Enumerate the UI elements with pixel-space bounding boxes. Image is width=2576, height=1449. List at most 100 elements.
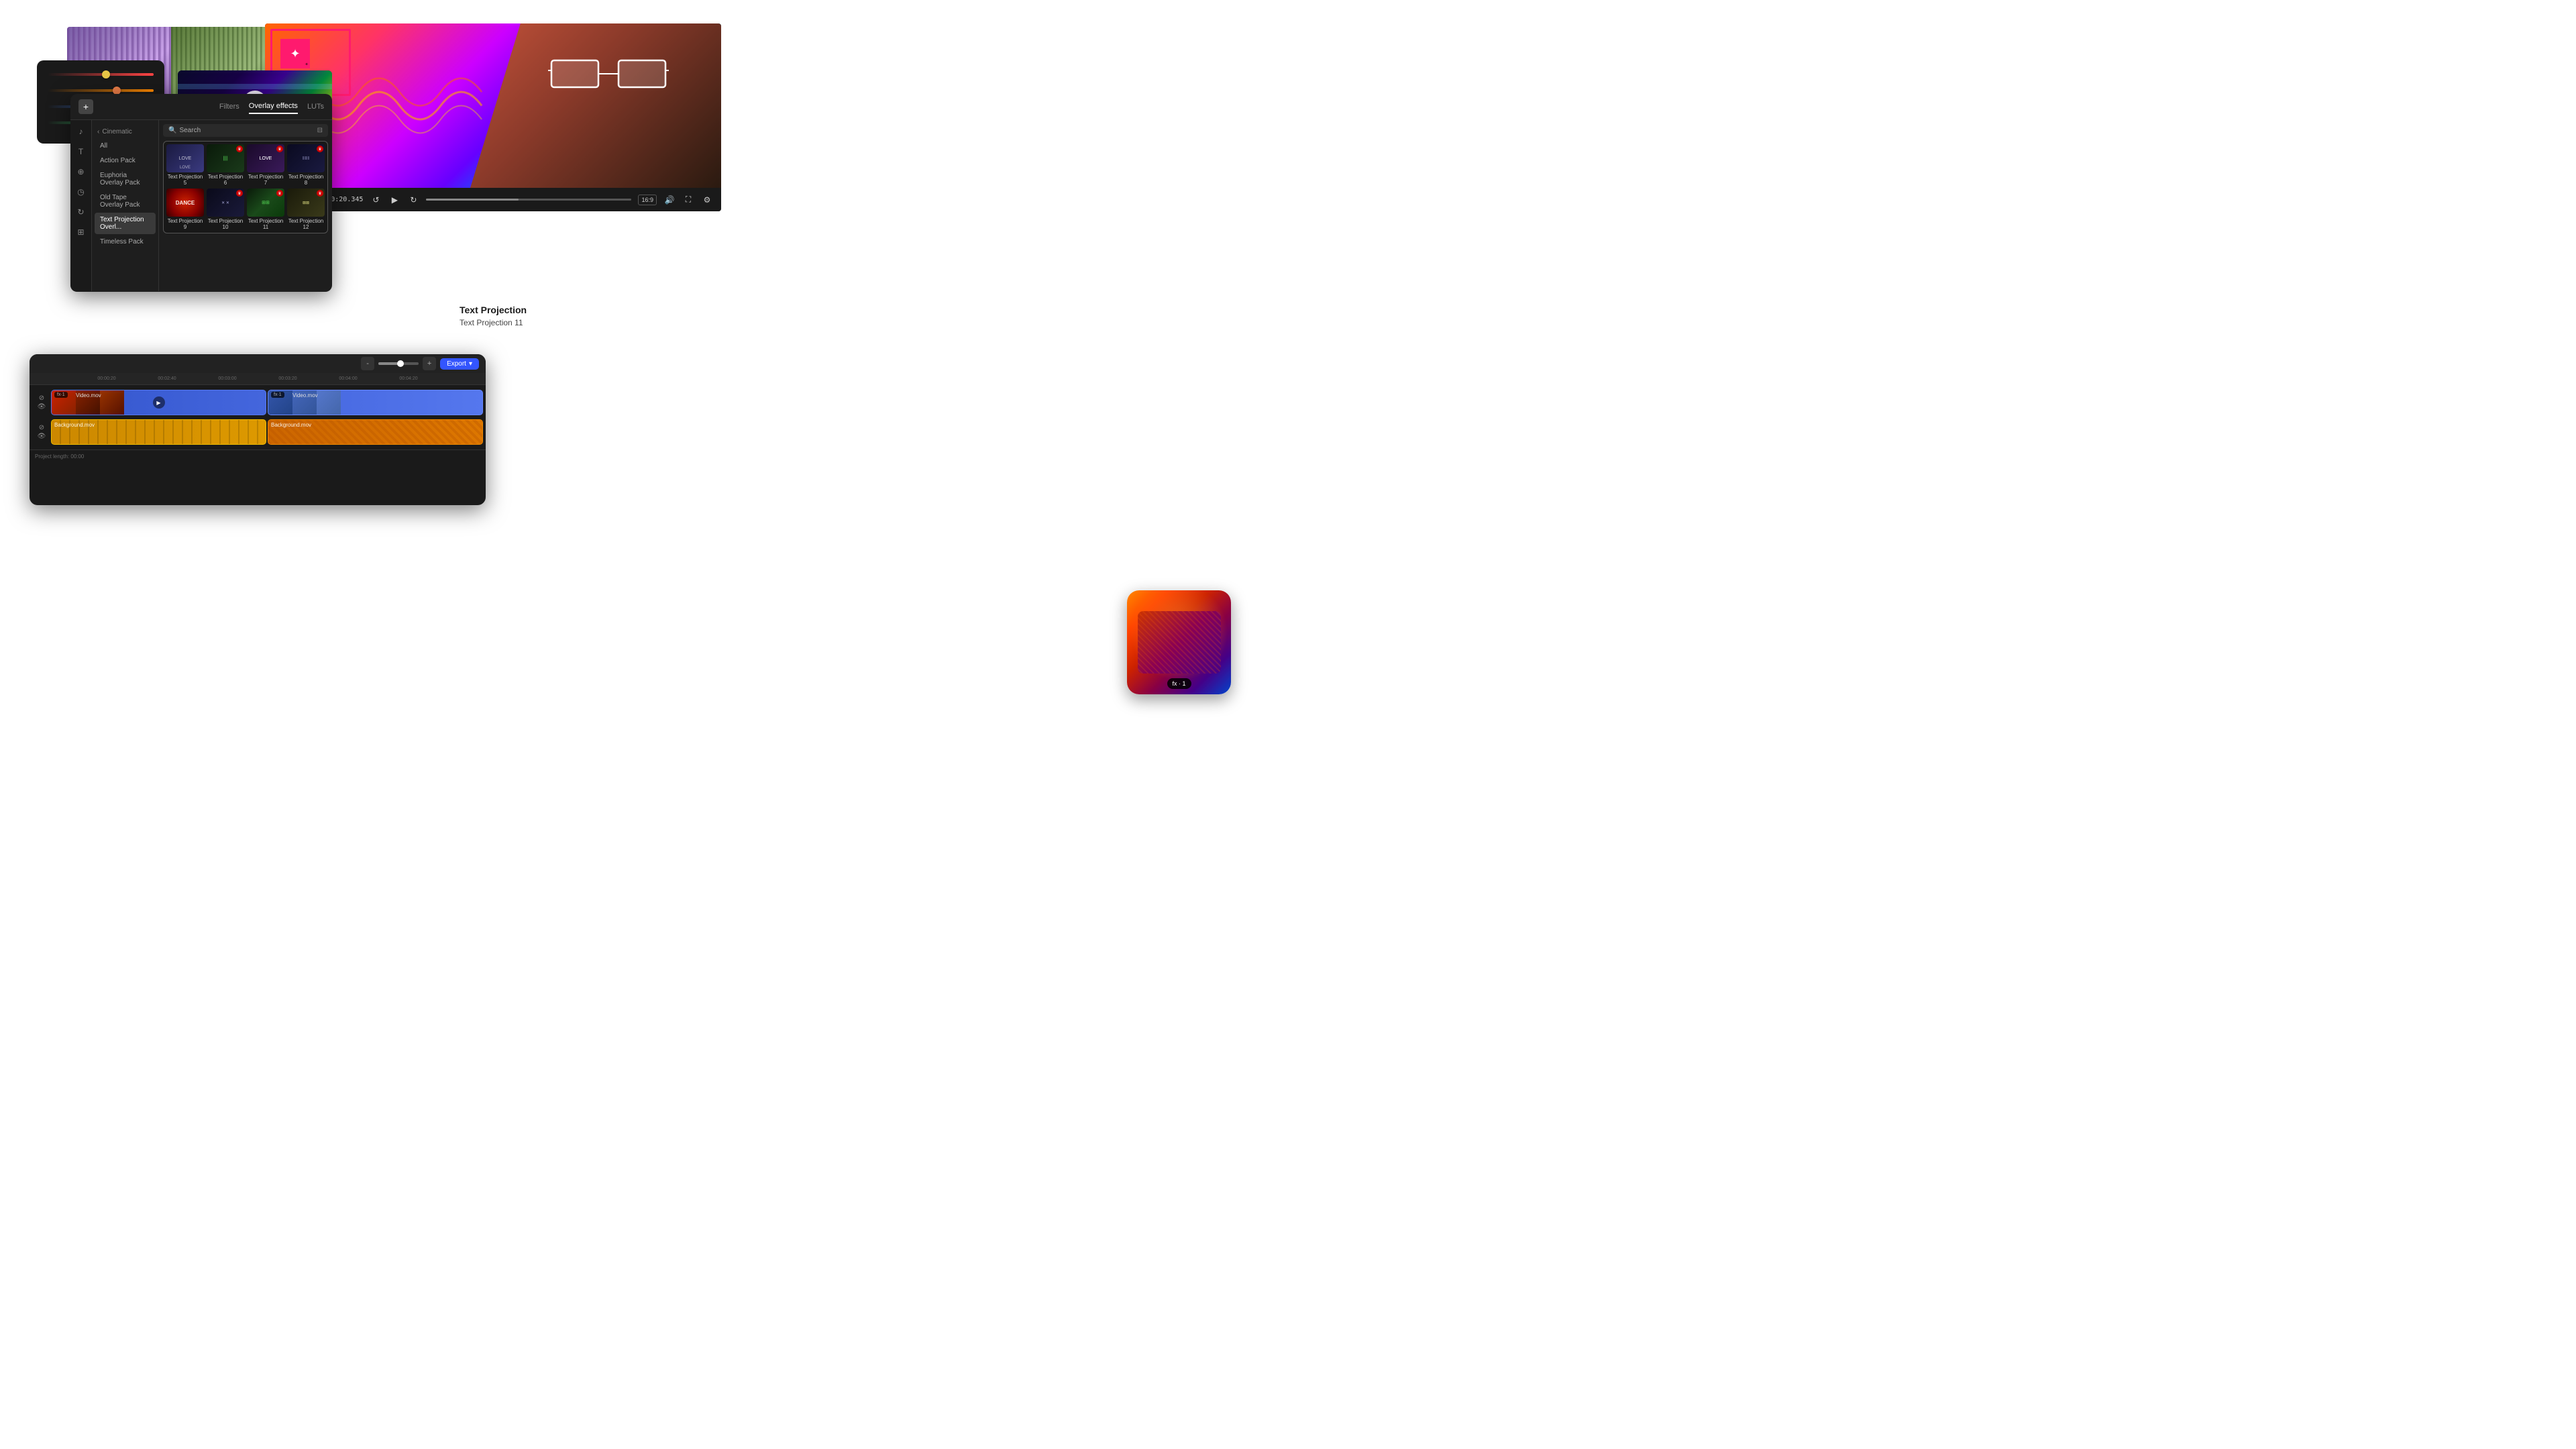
effect-item-5[interactable]: LOVE Text Projection 5 xyxy=(166,144,204,186)
effect-label-7: Text Projection 7 xyxy=(247,174,284,186)
left-icon-bar: ♪ T ⊕ ◷ ↻ ⊞ xyxy=(70,120,92,291)
bg-clip-2[interactable]: Background.mov xyxy=(268,419,483,445)
effect-label-11: Text Projection 11 xyxy=(247,218,284,230)
effect-item-10[interactable]: ♛ ✕ ✕ Text Projection 10 xyxy=(207,189,244,230)
effect-item-11[interactable]: ♛ ⊞⊞ Text Projection 11 xyxy=(247,189,284,230)
video-clip-1[interactable]: ▶ fx·1 Video.mov xyxy=(51,390,266,415)
progress-fill xyxy=(426,199,519,201)
ruler-mark-2: 00:03:00 xyxy=(197,376,258,381)
clip-2-fx-badge: fx·1 xyxy=(271,392,284,398)
zoom-out-button[interactable]: - xyxy=(361,357,374,370)
bg-clips-container: Background.mov Background.mov xyxy=(51,419,483,445)
nav-back-label: Cinematic xyxy=(102,128,131,136)
clip-1-play-indicator: ▶ xyxy=(153,396,165,409)
clip-2-name: Video.mov xyxy=(292,392,318,398)
effect-item-7[interactable]: ♛ LOVE Text Projection 7 xyxy=(247,144,284,186)
bg-clip-2-name: Background.mov xyxy=(271,422,311,428)
refresh-icon[interactable]: ↻ xyxy=(75,206,87,218)
sliders-icon[interactable]: ⊞ xyxy=(75,226,87,238)
video-controls-bar: 00:20.345 / 00:20.345 ↺ ▶ ↻ 16:9 🔊 ⛶ ⚙ xyxy=(265,188,721,211)
ruler-mark-5: 00:04:20 xyxy=(378,376,439,381)
music-icon[interactable]: ♪ xyxy=(75,125,87,138)
forward-button[interactable]: ↻ xyxy=(407,194,419,206)
effect-thumb-10: ♛ ✕ ✕ xyxy=(207,189,244,217)
search-icon: 🔍 xyxy=(168,127,176,134)
fx-badge-label: fx · 1 xyxy=(1167,678,1191,689)
timeline-header: - + Export ▾ xyxy=(30,354,486,373)
effect-thumb-8: ♛ |||||||| xyxy=(287,144,325,172)
nav-item-euphoria[interactable]: Euphoria Overlay Pack xyxy=(95,168,156,190)
text-icon[interactable]: T xyxy=(75,146,87,158)
text-projection-subtitle: Text Projection 11 xyxy=(460,318,561,327)
nav-item-old-tape[interactable]: Old Tape Overlay Pack xyxy=(95,191,156,212)
search-input[interactable]: Search xyxy=(179,127,314,134)
text-projection-title: Text Projection xyxy=(460,305,561,315)
red-slider-row xyxy=(48,70,154,79)
nav-item-action-pack[interactable]: Action Pack xyxy=(95,154,156,168)
settings-button[interactable]: ⚙ xyxy=(701,194,713,206)
effects-icon-btn[interactable]: ⊕ xyxy=(75,166,87,178)
rewind-button[interactable]: ↺ xyxy=(370,194,382,206)
progress-bar[interactable] xyxy=(426,199,631,201)
tab-filters[interactable]: Filters xyxy=(219,100,239,113)
project-length-label: Project length: 00:00 xyxy=(35,453,84,460)
nav-back-button[interactable]: ‹ Cinematic xyxy=(92,125,158,138)
video-canvas: ✦ ✦ xyxy=(265,23,721,188)
search-bar[interactable]: 🔍 Search ⊟ xyxy=(163,124,328,137)
glasses-svg xyxy=(548,50,669,97)
effect-thumb-5: LOVE xyxy=(166,144,204,172)
nav-item-text-projection[interactable]: Text Projection Overl... xyxy=(95,213,156,234)
add-effect-button[interactable]: + xyxy=(78,99,93,114)
export-label: Export xyxy=(447,360,466,368)
effect-label-6: Text Projection 6 xyxy=(207,174,244,186)
volume-button[interactable]: 🔊 xyxy=(663,194,676,206)
effect-thumb-11: ♛ ⊞⊞ xyxy=(247,189,284,217)
glitch-bar-1 xyxy=(178,84,332,89)
timeline-controls: - + Export ▾ xyxy=(361,357,479,370)
nav-item-timeless[interactable]: Timeless Pack xyxy=(95,235,156,249)
effect-label-5: Text Projection 5 xyxy=(166,174,204,186)
effects-grid-area: 🔍 Search ⊟ LOVE Text Projection 5 ♛ xyxy=(159,120,332,291)
effect-item-12[interactable]: ♛ ⊠⊠ Text Projection 12 xyxy=(287,189,325,230)
effect-item-9[interactable]: DANCE Text Projection 9 xyxy=(166,189,204,230)
video-track-eye-icon[interactable]: 👁 xyxy=(38,403,46,411)
effect-item-6[interactable]: ♛ |||| Text Projection 6 xyxy=(207,144,244,186)
zoom-slider[interactable] xyxy=(378,362,419,365)
effects-nav-list: ‹ Cinematic All Action Pack Euphoria Ove… xyxy=(92,120,159,291)
bg-track-mute-icon[interactable]: ⊘ xyxy=(39,424,44,431)
bg-track-row: ⊘ 👁 Background.mov Background.mov xyxy=(30,417,486,447)
nav-item-all[interactable]: All xyxy=(95,139,156,153)
filter-icon[interactable]: ⊟ xyxy=(317,127,323,134)
effect-label-9: Text Projection 9 xyxy=(166,218,204,230)
effect-thumb-6: ♛ |||| xyxy=(207,144,244,172)
ruler-marks-container: 00:00:20 00:02:40 00:03:00 00:03:20 00:0… xyxy=(76,376,439,381)
play-button[interactable]: ▶ xyxy=(388,194,400,206)
aspect-ratio[interactable]: 16:9 xyxy=(638,195,657,205)
tab-overlay-effects[interactable]: Overlay effects xyxy=(249,99,298,114)
zoom-in-button[interactable]: + xyxy=(423,357,436,370)
clip-frame-6 xyxy=(317,390,341,415)
tab-luts[interactable]: LUTs xyxy=(307,100,324,113)
zoom-thumb[interactable] xyxy=(397,360,404,367)
timeline-tracks: ⊘ 👁 ▶ fx·1 Video.mov xyxy=(30,385,486,449)
ruler-mark-4: 00:04:00 xyxy=(318,376,378,381)
video-track-mute-icon[interactable]: ⊘ xyxy=(39,394,44,402)
red-slider-track[interactable] xyxy=(48,73,154,76)
red-slider-thumb[interactable] xyxy=(102,70,110,78)
effect-item-8[interactable]: ♛ |||||||| Text Projection 8 xyxy=(287,144,325,186)
clock-icon[interactable]: ◷ xyxy=(75,186,87,198)
video-clip-2[interactable]: fx·1 Video.mov xyxy=(268,390,483,415)
timeline-footer: Project length: 00:00 xyxy=(30,449,486,463)
ruler-mark-3: 00:03:20 xyxy=(258,376,318,381)
text-projection-info: Text Projection Text Projection 11 xyxy=(460,305,561,327)
fx-preview-card[interactable]: fx · 1 xyxy=(1127,590,1231,694)
bg-clip-1[interactable]: Background.mov xyxy=(51,419,266,445)
ruler-mark-0: 00:00:20 xyxy=(76,376,137,381)
effect-thumb-12: ♛ ⊠⊠ xyxy=(287,189,325,217)
clip-frame-3 xyxy=(100,390,124,415)
export-button[interactable]: Export ▾ xyxy=(440,358,479,370)
effects-grid: LOVE Text Projection 5 ♛ |||| Text Proje… xyxy=(163,141,328,233)
bg-track-eye-icon[interactable]: 👁 xyxy=(38,433,46,440)
orange-slider-track[interactable] xyxy=(48,89,154,92)
fullscreen-button[interactable]: ⛶ xyxy=(682,194,694,206)
